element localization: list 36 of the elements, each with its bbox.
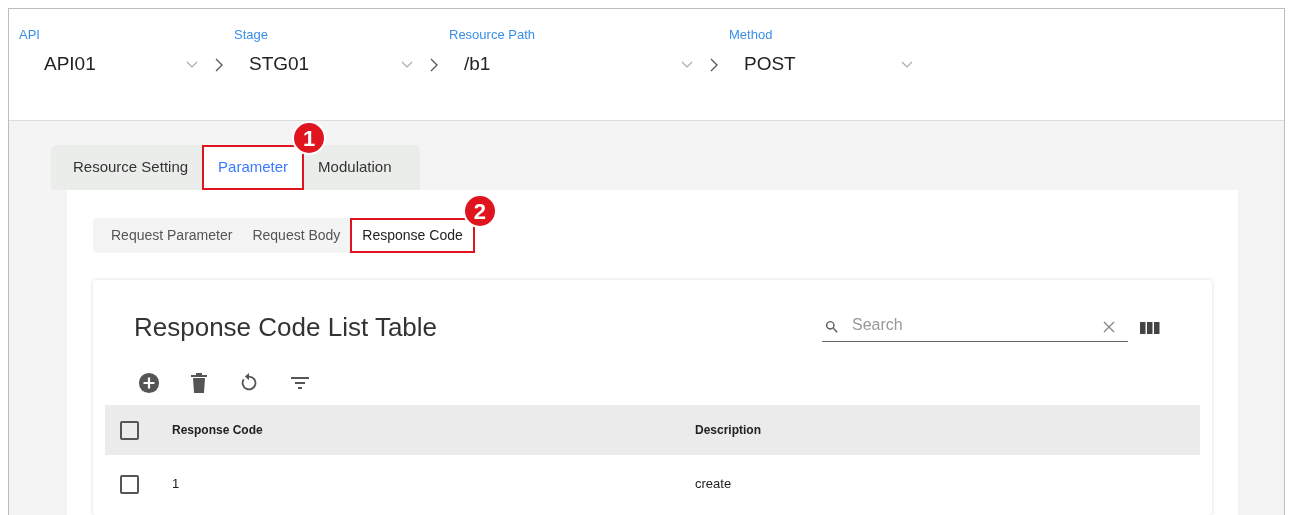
subtab[interactable]: Request Body xyxy=(242,218,351,253)
table-cell-text: 1 xyxy=(172,475,181,494)
field-label: Method xyxy=(729,26,774,44)
chevron-down-icon xyxy=(401,60,413,69)
subtab[interactable]: Response Code xyxy=(350,218,475,253)
chevron-down-icon xyxy=(901,60,913,69)
column-header: Response Code xyxy=(172,422,264,439)
chevron-right-icon xyxy=(214,57,224,73)
chevron-down-icon xyxy=(681,60,693,69)
callout-badge: 2 xyxy=(462,194,497,228)
dropdown[interactable]: /b1 xyxy=(449,50,699,79)
search-icon xyxy=(824,319,840,335)
dropdown[interactable]: API01 xyxy=(19,50,204,79)
checkbox[interactable] xyxy=(120,474,139,494)
filter-icon[interactable] xyxy=(290,375,310,391)
search-field[interactable]: Search xyxy=(852,313,1102,341)
checkbox[interactable] xyxy=(120,420,139,440)
table-title: Response Code List Table xyxy=(134,311,439,344)
field-label: API xyxy=(19,26,41,44)
field-label: Resource Path xyxy=(449,26,536,44)
subtab[interactable]: Request Parameter xyxy=(101,218,243,253)
field-label: Stage xyxy=(234,26,269,44)
chevron-right-icon xyxy=(709,57,719,73)
chevron-right-icon xyxy=(429,57,439,73)
add-icon[interactable] xyxy=(138,372,160,394)
columns-icon[interactable] xyxy=(1140,319,1160,336)
dropdown[interactable]: POST xyxy=(729,50,919,79)
chevron-down-icon xyxy=(186,60,198,69)
dropdown[interactable]: STG01 xyxy=(234,50,419,79)
tab[interactable]: Resource Setting xyxy=(59,145,203,190)
table-cell-text: create xyxy=(695,475,732,494)
column-header: Description xyxy=(695,422,761,439)
tab[interactable]: Parameter xyxy=(202,145,305,190)
callout-badge: 1 xyxy=(292,121,327,155)
clear-icon[interactable] xyxy=(1102,320,1116,334)
delete-icon[interactable] xyxy=(190,373,208,393)
